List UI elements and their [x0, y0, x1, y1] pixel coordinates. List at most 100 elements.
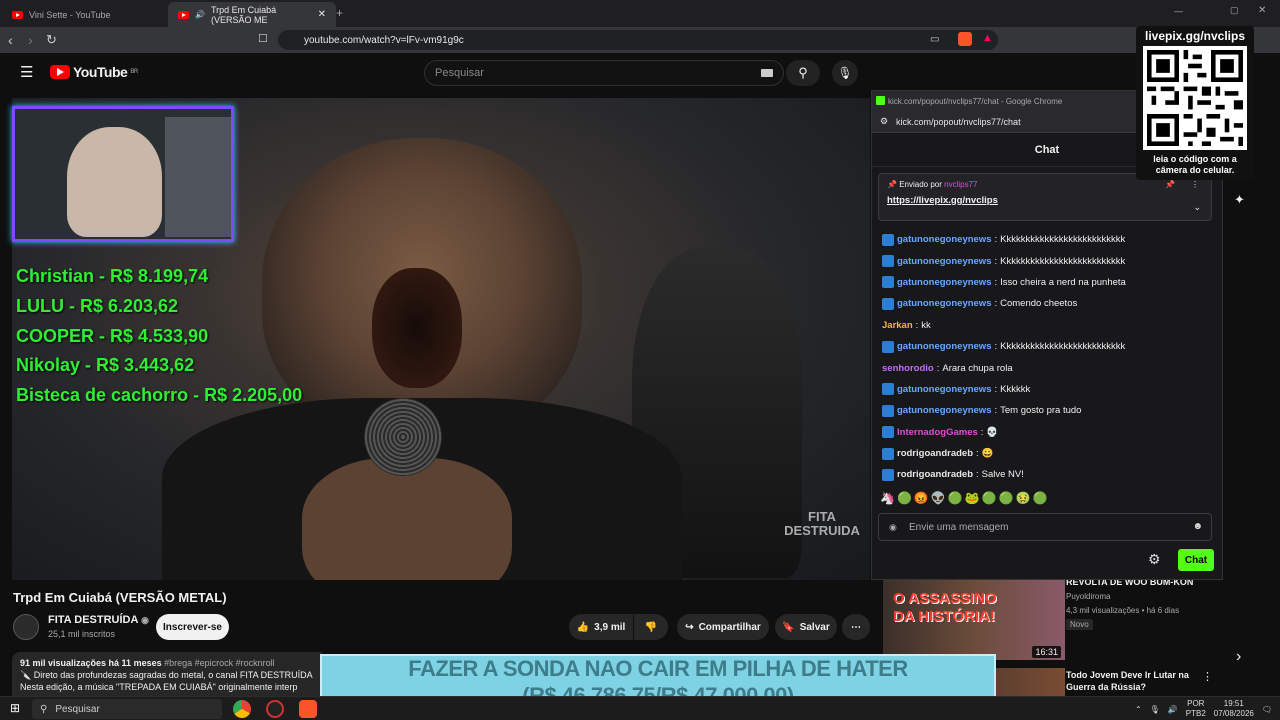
verified-icon: ◉: [141, 615, 149, 625]
windows-start-icon[interactable]: ⊞: [10, 701, 20, 715]
qr-code: [1143, 46, 1247, 150]
more-actions-button[interactable]: ⋯: [842, 614, 870, 640]
watermark-line2: DESTRUIDA: [784, 523, 860, 538]
qr-caption-line2: câmera do celular.: [1155, 165, 1235, 175]
pinned-link[interactable]: https://livepix.gg/nvclips: [887, 195, 1203, 206]
new-tab-icon[interactable]: +: [336, 6, 343, 20]
obs-icon[interactable]: [266, 700, 284, 718]
user-badge-icon: [882, 233, 894, 246]
taskbar-search[interactable]: ⚲ Pesquisar: [32, 699, 222, 719]
share-button[interactable]: ↪ Compartilhar: [677, 614, 769, 640]
youtube-logo[interactable]: YouTube BR: [50, 64, 138, 80]
chat-colon: :: [915, 319, 919, 331]
chat-username[interactable]: gatunonegoneynews: [897, 234, 991, 245]
menu-icon[interactable]: ☰: [20, 63, 33, 81]
brave-icon[interactable]: [299, 700, 317, 718]
more-vertical-icon[interactable]: ⋮: [1191, 180, 1199, 189]
notifications-icon[interactable]: 🗨: [1262, 705, 1272, 714]
user-badge-icon: [882, 426, 894, 439]
chat-username[interactable]: rodrigoandradeb: [897, 469, 973, 480]
chat-message: gatunonegoneynews: Kkkkkkkkkkkkkkkkkkkkkk…: [882, 250, 1212, 271]
recommended-thumbnail[interactable]: O ASSASSINO DA HISTÓRIA! 16:31: [883, 580, 1065, 660]
tab-trpd-em-cuiaba[interactable]: 🔊 Trpd Em Cuiabá (VERSÃO ME ✕: [168, 2, 336, 27]
subscribe-button[interactable]: Inscrever-se: [156, 614, 229, 640]
tray-speaker-icon[interactable]: 🔊: [1168, 705, 1178, 714]
emoji-icon[interactable]: ☻: [1192, 521, 1203, 532]
back-icon[interactable]: ‹: [8, 32, 13, 48]
recommended-menu-icon[interactable]: ⋮: [1202, 670, 1213, 683]
chat-username[interactable]: gatunonegoneynews: [897, 384, 991, 395]
chrome-icon[interactable]: [233, 700, 251, 718]
video-description[interactable]: 91 mil visualizações há 11 meses #brega …: [12, 652, 322, 700]
close-window-icon[interactable]: ✕: [1258, 5, 1266, 16]
chat-colon: :: [994, 383, 998, 395]
pin-icon[interactable]: 📌: [1165, 180, 1175, 189]
taskbar-search-label: Pesquisar: [55, 703, 100, 715]
url-field[interactable]: youtube.com/watch?v=lFv-vm91g9c: [278, 30, 998, 50]
forward-icon[interactable]: ›: [28, 32, 33, 48]
maximize-icon[interactable]: ▢: [1230, 5, 1239, 16]
chat-username[interactable]: gatunonegoneynews: [897, 277, 991, 288]
brave-shield-icon[interactable]: [958, 32, 972, 46]
save-button[interactable]: 🔖 Salvar: [775, 614, 837, 640]
channel-avatar[interactable]: [13, 614, 39, 640]
tray-mic-icon[interactable]: 🎙: [1150, 705, 1160, 714]
chat-username[interactable]: InternadogGames: [897, 427, 978, 438]
tab-vini-sette[interactable]: Vini Sette - YouTube: [2, 2, 170, 27]
chat-username[interactable]: senhorodio: [882, 363, 934, 374]
chat-username[interactable]: gatunonegoneynews: [897, 256, 991, 267]
user-badge-icon: [882, 383, 894, 396]
search-input[interactable]: Pesquisar: [424, 60, 784, 86]
search-placeholder: Pesquisar: [435, 67, 484, 79]
clock-time: 19:51: [1223, 699, 1244, 708]
video-title: Trpd Em Cuiabá (VERSÃO METAL): [13, 590, 227, 605]
tray-arrow-icon[interactable]: ⌃: [1135, 705, 1142, 714]
chat-colon: :: [994, 341, 998, 353]
chat-username[interactable]: Jarkan: [882, 320, 913, 331]
like-button[interactable]: 👍 3,9 mil: [569, 614, 633, 640]
voice-search-button[interactable]: 🎙: [832, 60, 858, 86]
sparkle-icon[interactable]: ✦: [1234, 192, 1245, 208]
keyboard-language[interactable]: POR PTB2: [1186, 699, 1206, 719]
brave-rewards-icon[interactable]: ▲: [982, 32, 993, 44]
chat-username[interactable]: rodrigoandradeb: [897, 448, 973, 459]
chat-input[interactable]: ◉ Envie uma mensagem ☻: [878, 513, 1212, 541]
search-button[interactable]: ⚲: [786, 60, 820, 86]
chat-message: gatunonegoneynews: Isso cheira a nerd na …: [882, 272, 1212, 293]
share-label: Compartilhar: [698, 621, 761, 633]
recommended-title[interactable]: Todo Jovem Deve Ir Lutar na Guerra da Rú…: [1066, 669, 1206, 693]
dislike-button[interactable]: 👎: [634, 614, 668, 640]
chat-username[interactable]: gatunonegoneynews: [897, 298, 991, 309]
close-tab-icon[interactable]: ✕: [318, 9, 326, 20]
reload-icon[interactable]: ↻: [46, 32, 57, 48]
chat-text: Isso cheira a nerd na punheta: [1000, 276, 1126, 288]
next-arrow-icon[interactable]: ›: [1236, 648, 1241, 666]
video-singer-hand: [302, 458, 512, 580]
clock[interactable]: 19:51 07/08/2026: [1214, 699, 1254, 719]
mic-icon: 🎙: [837, 66, 853, 80]
recommended-info[interactable]: REVOLTA DE WOO BUM-KON Puyoldiroma 4,3 m…: [1066, 577, 1256, 630]
address-bar-row: ‹ › ↻ ☐ youtube.com/watch?v=lFv-vm91g9c …: [0, 27, 1280, 53]
kbd-layout: PTB2: [1185, 709, 1206, 718]
chevron-down-icon[interactable]: ⌄: [1193, 202, 1201, 213]
channel-name-text: FITA DESTRUÍDA: [48, 614, 139, 626]
pinned-message[interactable]: 📌 Enviado por nvclips77 📌 ⋮ https://live…: [878, 173, 1212, 221]
chat-colon: :: [980, 426, 984, 438]
chat-username[interactable]: gatunonegoneynews: [897, 405, 991, 416]
keyboard-icon[interactable]: [761, 69, 773, 77]
minimize-icon[interactable]: —: [1174, 6, 1183, 16]
thumbs-up-icon: 👍: [576, 621, 590, 633]
bookmark-icon[interactable]: ☐: [258, 32, 268, 45]
chat-username[interactable]: gatunonegoneynews: [897, 341, 991, 352]
cast-icon[interactable]: ▭: [930, 34, 939, 45]
chat-send-button[interactable]: Chat: [1178, 549, 1214, 571]
channel-name[interactable]: FITA DESTRUÍDA ◉: [48, 614, 149, 626]
site-settings-icon[interactable]: ⚙: [880, 116, 888, 127]
settings-gear-icon[interactable]: ⚙: [1148, 551, 1161, 568]
share-icon: ↪: [685, 621, 694, 633]
channel-watermark: FITA DESTRUIDA: [782, 510, 862, 538]
video-singer-mouth: [372, 268, 462, 388]
chat-text: Kkkkkkkkkkkkkkkkkkkkkkkkkk: [1000, 255, 1126, 267]
desc-line1: 🔪 Direto das profundezas sagradas do met…: [20, 670, 313, 680]
chat-text: Arara chupa rola: [942, 362, 1013, 374]
